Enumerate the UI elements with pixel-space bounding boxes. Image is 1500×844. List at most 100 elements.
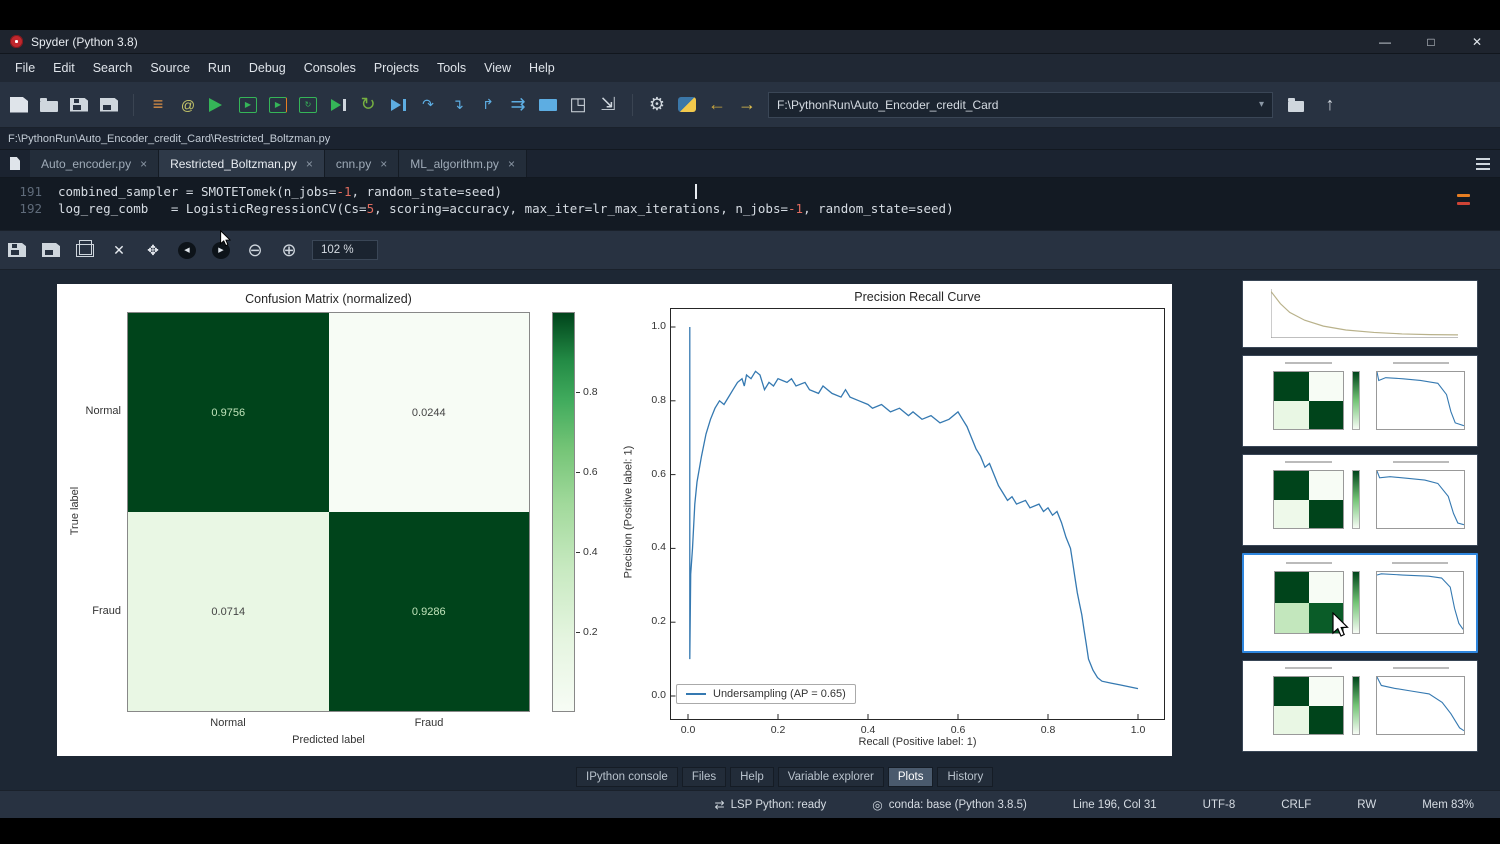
warning-flag-icon[interactable]: [1457, 194, 1470, 197]
menu-help[interactable]: Help: [520, 56, 564, 80]
menu-file[interactable]: File: [6, 56, 44, 80]
tab-close-icon[interactable]: ×: [380, 157, 387, 171]
menu-projects[interactable]: Projects: [365, 56, 428, 80]
zoom-out-icon[interactable]: ⊖: [246, 239, 264, 261]
thumb-title-line: [1285, 667, 1332, 669]
save-plot-icon[interactable]: [8, 243, 26, 257]
new-file-icon[interactable]: [10, 97, 28, 113]
menu-consoles[interactable]: Consoles: [295, 56, 365, 80]
maximize-button[interactable]: □: [1408, 30, 1454, 53]
statusbar: ⇄LSP Python: ready◎conda: base (Python 3…: [0, 790, 1500, 818]
toolbar-tail: ↑: [1273, 94, 1339, 116]
thumb-colorbar: [1352, 571, 1360, 633]
editor-tab-auto-encoder-py[interactable]: Auto_encoder.py×: [30, 150, 159, 177]
outline-explorer-icon[interactable]: ≡: [149, 94, 167, 116]
menu-source[interactable]: Source: [141, 56, 199, 80]
back-icon[interactable]: ←: [708, 94, 726, 116]
thumb-cm-cell: [1309, 572, 1343, 602]
line-number[interactable]: 192: [0, 200, 58, 217]
tab-close-icon[interactable]: ×: [140, 157, 147, 171]
thumb-colorbar: [1352, 676, 1360, 735]
code-editor[interactable]: 191combined_sampler = SMOTETomek(n_jobs=…: [0, 178, 1500, 230]
thumb-cm-cell: [1309, 677, 1343, 705]
bottom-letterbox: [0, 818, 1500, 844]
thumb-cm-cell: [1309, 372, 1343, 400]
code-line[interactable]: 191combined_sampler = SMOTETomek(n_jobs=…: [0, 183, 1500, 200]
error-flag-icon[interactable]: [1457, 202, 1470, 205]
rerun-file-icon[interactable]: ↻: [359, 94, 377, 116]
pane-tab-plots[interactable]: Plots: [888, 767, 934, 787]
editor-tab-cnn-py[interactable]: cnn.py×: [325, 150, 399, 177]
menu-debug[interactable]: Debug: [240, 56, 295, 80]
dropdown-caret-icon[interactable]: ▾: [1259, 99, 1264, 110]
maximize-pane-icon[interactable]: ◳: [569, 94, 587, 116]
close-plot-icon[interactable]: ✕: [110, 239, 128, 261]
tab-close-icon[interactable]: ×: [306, 157, 313, 171]
code-token: 5: [367, 201, 375, 216]
previous-plot-icon[interactable]: ◀: [178, 242, 196, 259]
cm-cell-normal-fraud: 0.0244: [329, 313, 530, 512]
plots-toolbar: ✕ ✥ ◀ ▶ ⊖ ⊕ 102 %: [0, 230, 1500, 270]
zoom-level-display[interactable]: 102 %: [312, 240, 378, 260]
cm-ytick-normal: Normal: [59, 405, 121, 417]
pane-tab-history[interactable]: History: [937, 767, 993, 787]
menu-run[interactable]: Run: [199, 56, 240, 80]
working-directory-combo[interactable]: F:\PythonRun\Auto_Encoder_credit_Card ▾: [768, 92, 1273, 118]
step-over-icon[interactable]: ↷: [419, 94, 437, 116]
parent-directory-icon[interactable]: ↑: [1321, 94, 1339, 116]
save-file-icon[interactable]: [70, 98, 88, 112]
debug-file-icon[interactable]: [389, 94, 407, 116]
run-selection-icon[interactable]: [329, 94, 347, 116]
pr-xtick-label: 0.0: [673, 724, 703, 736]
pane-tab-help[interactable]: Help: [730, 767, 774, 787]
close-button[interactable]: ✕: [1454, 30, 1500, 53]
menu-tools[interactable]: Tools: [428, 56, 475, 80]
zoom-in-icon[interactable]: ⊕: [280, 239, 298, 261]
next-plot-icon[interactable]: ▶: [212, 242, 230, 259]
minimize-button[interactable]: —: [1362, 30, 1408, 53]
step-return-icon[interactable]: ↱: [479, 94, 497, 116]
step-into-icon[interactable]: ↴: [449, 94, 467, 116]
plot-thumbnail-2[interactable]: [1242, 355, 1478, 447]
menu-search[interactable]: Search: [84, 56, 142, 80]
pr-ylabel: Precision (Positive label: 1): [623, 435, 635, 590]
save-all-icon[interactable]: [100, 98, 118, 112]
line-number[interactable]: 191: [0, 183, 58, 200]
run-cell-icon[interactable]: ▶: [239, 97, 257, 113]
plot-thumbnail-1[interactable]: [1242, 280, 1478, 348]
browse-tabs-button[interactable]: [0, 150, 30, 177]
stop-debug-icon[interactable]: [539, 99, 557, 111]
fit-plots-icon[interactable]: ✥: [144, 239, 162, 261]
menu-view[interactable]: View: [475, 56, 520, 80]
pythonpath-manager-icon[interactable]: [678, 97, 696, 112]
colorbar-tick: [576, 552, 580, 553]
symbol-finder-icon[interactable]: @: [179, 94, 197, 116]
fullscreen-icon[interactable]: ⇲: [599, 94, 617, 116]
run-file-icon[interactable]: [209, 98, 227, 112]
pane-tab-ipython-console[interactable]: IPython console: [576, 767, 678, 787]
status-label: conda: base (Python 3.8.5): [889, 799, 1027, 811]
editor-tab-ml-algorithm-py[interactable]: ML_algorithm.py×: [399, 150, 527, 177]
tab-close-icon[interactable]: ×: [508, 157, 515, 171]
pane-tab-variable-explorer[interactable]: Variable explorer: [778, 767, 884, 787]
save-all-plots-icon[interactable]: [42, 243, 60, 257]
plot-thumbnail-4[interactable]: [1242, 553, 1478, 653]
status-label: Line 196, Col 31: [1073, 799, 1157, 811]
editor-tab-restricted-boltzman-py[interactable]: Restricted_Boltzman.py×: [159, 150, 325, 177]
copy-plot-icon[interactable]: [76, 244, 94, 257]
menu-edit[interactable]: Edit: [44, 56, 84, 80]
plot-thumbnail-5[interactable]: [1242, 660, 1478, 752]
working-directory-value[interactable]: F:\PythonRun\Auto_Encoder_credit_Card: [777, 98, 998, 112]
plot-thumbnail-3[interactable]: [1242, 454, 1478, 546]
open-file-icon[interactable]: [40, 101, 58, 112]
code-line[interactable]: 192log_reg_comb = LogisticRegressionCV(C…: [0, 200, 1500, 217]
continue-execution-icon[interactable]: ⇉: [509, 94, 527, 116]
code-token: , random_state=seed): [352, 184, 503, 199]
pane-tab-files[interactable]: Files: [682, 767, 726, 787]
editor-options-menu-icon[interactable]: [1476, 158, 1490, 170]
run-cell-advance-icon[interactable]: ▶: [269, 97, 287, 113]
preferences-icon[interactable]: ⚙: [648, 94, 666, 116]
browse-working-directory-icon[interactable]: [1288, 101, 1304, 112]
rerun-cell-icon[interactable]: ↻: [299, 97, 317, 113]
forward-icon[interactable]: →: [738, 94, 756, 116]
